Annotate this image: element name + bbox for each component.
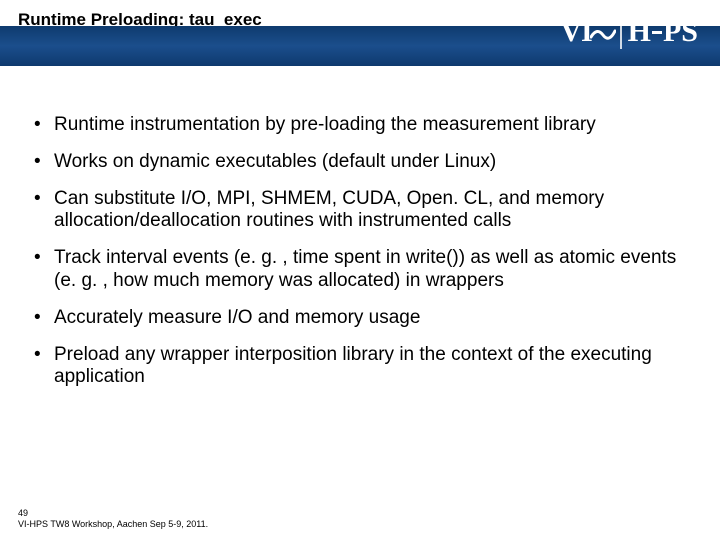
bullet-item: Runtime instrumentation by pre-loading t… [28,114,692,137]
dash-icon [652,31,662,34]
logo-vi-text: VI [560,15,613,49]
slide-header: Runtime Preloading: tau_exec VI HPS [0,0,720,66]
bullet-item: Accurately measure I/O and memory usage [28,307,692,330]
bullet-list: Runtime instrumentation by pre-loading t… [28,114,692,389]
bullet-item: Works on dynamic executables (default un… [28,151,692,174]
logo-hps-letters: PS [663,15,698,48]
slide-footer: 49 VI-HPS TW8 Workshop, Aachen Sep 5-9, … [18,508,208,530]
bullet-item: Track interval events (e. g. , time spen… [28,247,692,293]
vihps-logo: VI HPS [560,4,698,60]
page-number: 49 [18,508,208,519]
slide-body: Runtime instrumentation by pre-loading t… [0,66,720,540]
logo-hps-text: HPS [628,15,698,49]
bullet-item: Can substitute I/O, MPI, SHMEM, CUDA, Op… [28,188,692,234]
slide: Runtime Preloading: tau_exec VI HPS Runt… [0,0,720,540]
bullet-item: Preload any wrapper interposition librar… [28,344,692,390]
footer-text: VI-HPS TW8 Workshop, Aachen Sep 5-9, 201… [18,519,208,530]
logo-separator [620,15,622,49]
logo-vi-letters: VI [560,15,591,48]
tilde-icon [592,23,614,41]
